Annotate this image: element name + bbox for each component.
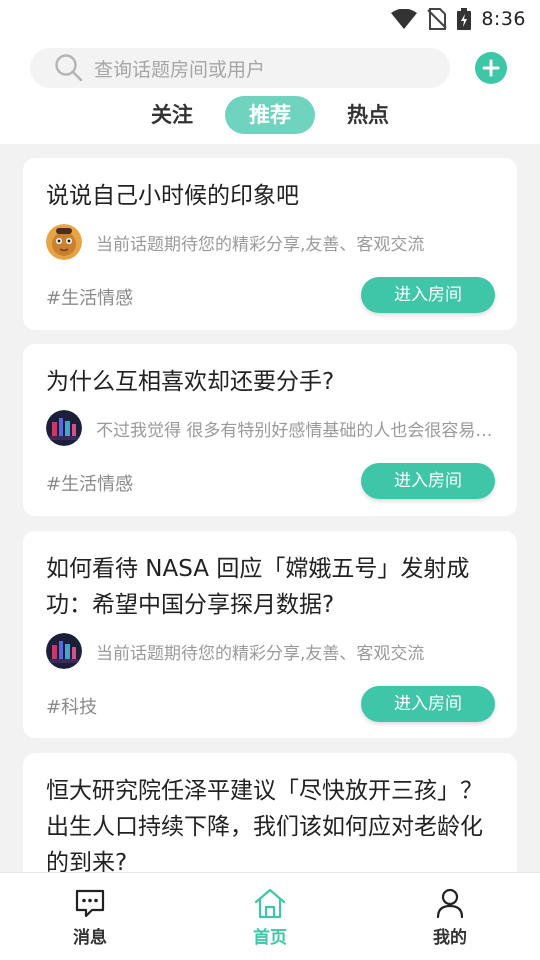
topic-title[interactable]: 恒大研究院任泽平建议「尽快放开三孩」？出生人口持续下降，我们该如何应对老龄化的到… (46, 773, 496, 872)
topic-reply: 不过我觉得 很多有特别好感情基础的人也会很容易因为一些小事分手 (46, 410, 496, 446)
nav-label: 我的 (433, 928, 467, 948)
tab-trending[interactable]: 热点 (339, 96, 397, 134)
reply-text: 不过我觉得 很多有特别好感情基础的人也会很容易因为一些小事分手 (96, 420, 496, 441)
nav-label: 首页 (253, 928, 287, 948)
bottom-nav: 消息 首页 我的 (0, 872, 540, 960)
nav-home[interactable]: 首页 (180, 873, 360, 960)
topic-card[interactable]: 如何看待 NASA 回应「嫦娥五号」发射成功：希望中国分享探月数据? 当前话题期… (23, 531, 517, 738)
nav-messages[interactable]: 消息 (0, 873, 180, 960)
enter-room-button[interactable]: 进入房间 (361, 277, 495, 313)
status-bar: 8:36 (0, 0, 540, 38)
topic-title[interactable]: 为什么互相喜欢却还要分手? (46, 364, 496, 400)
battery-icon (457, 8, 472, 30)
topic-card[interactable]: 为什么互相喜欢却还要分手? 不过我觉得 很多有特别好感情基础的人也会很容易因为一… (23, 344, 517, 516)
topic-feed: 说说自己小时候的印象吧 当前话题期待您的精彩分享,友善、客观交流 #生活情感 进… (0, 144, 540, 872)
topic-tag[interactable]: #生活情感 (46, 470, 133, 496)
topic-title[interactable]: 如何看待 NASA 回应「嫦娥五号」发射成功：希望中国分享探月数据? (46, 551, 496, 623)
tab-following[interactable]: 关注 (143, 96, 201, 134)
chat-icon (75, 889, 105, 918)
avatar (46, 633, 82, 669)
avatar (46, 224, 82, 260)
avatar (46, 410, 82, 446)
nav-profile[interactable]: 我的 (360, 873, 540, 960)
reply-text: 当前话题期待您的精彩分享,友善、客观交流 (96, 643, 425, 664)
wifi-icon (391, 9, 418, 29)
topic-reply: 当前话题期待您的精彩分享,友善、客观交流 (46, 633, 496, 669)
search-bar[interactable]: 查询话题房间或用户 (30, 48, 450, 88)
no-sim-icon (427, 8, 448, 30)
search-placeholder[interactable]: 查询话题房间或用户 (94, 55, 265, 82)
enter-room-button[interactable]: 进入房间 (361, 686, 495, 722)
reply-text: 当前话题期待您的精彩分享,友善、客观交流 (96, 234, 425, 255)
topic-card[interactable]: 恒大研究院任泽平建议「尽快放开三孩」？出生人口持续下降，我们该如何应对老龄化的到… (23, 753, 517, 872)
header: 查询话题房间或用户 关注 推荐 热点 (0, 38, 540, 144)
topic-tag[interactable]: #科技 (46, 693, 97, 719)
topic-card[interactable]: 说说自己小时候的印象吧 当前话题期待您的精彩分享,友善、客观交流 #生活情感 进… (23, 158, 517, 330)
user-icon (436, 888, 464, 919)
add-button[interactable] (475, 52, 507, 84)
topic-tag[interactable]: #生活情感 (46, 284, 133, 310)
search-icon (55, 54, 83, 82)
feed-tabs: 关注 推荐 热点 (0, 96, 540, 134)
enter-room-button[interactable]: 进入房间 (361, 463, 495, 499)
topic-reply: 当前话题期待您的精彩分享,友善、客观交流 (46, 224, 496, 260)
nav-label: 消息 (73, 928, 107, 948)
home-icon (254, 888, 286, 919)
topic-title[interactable]: 说说自己小时候的印象吧 (46, 178, 496, 214)
status-time: 8:36 (481, 8, 526, 30)
plus-icon (482, 59, 500, 77)
tab-recommended[interactable]: 推荐 (225, 96, 315, 134)
